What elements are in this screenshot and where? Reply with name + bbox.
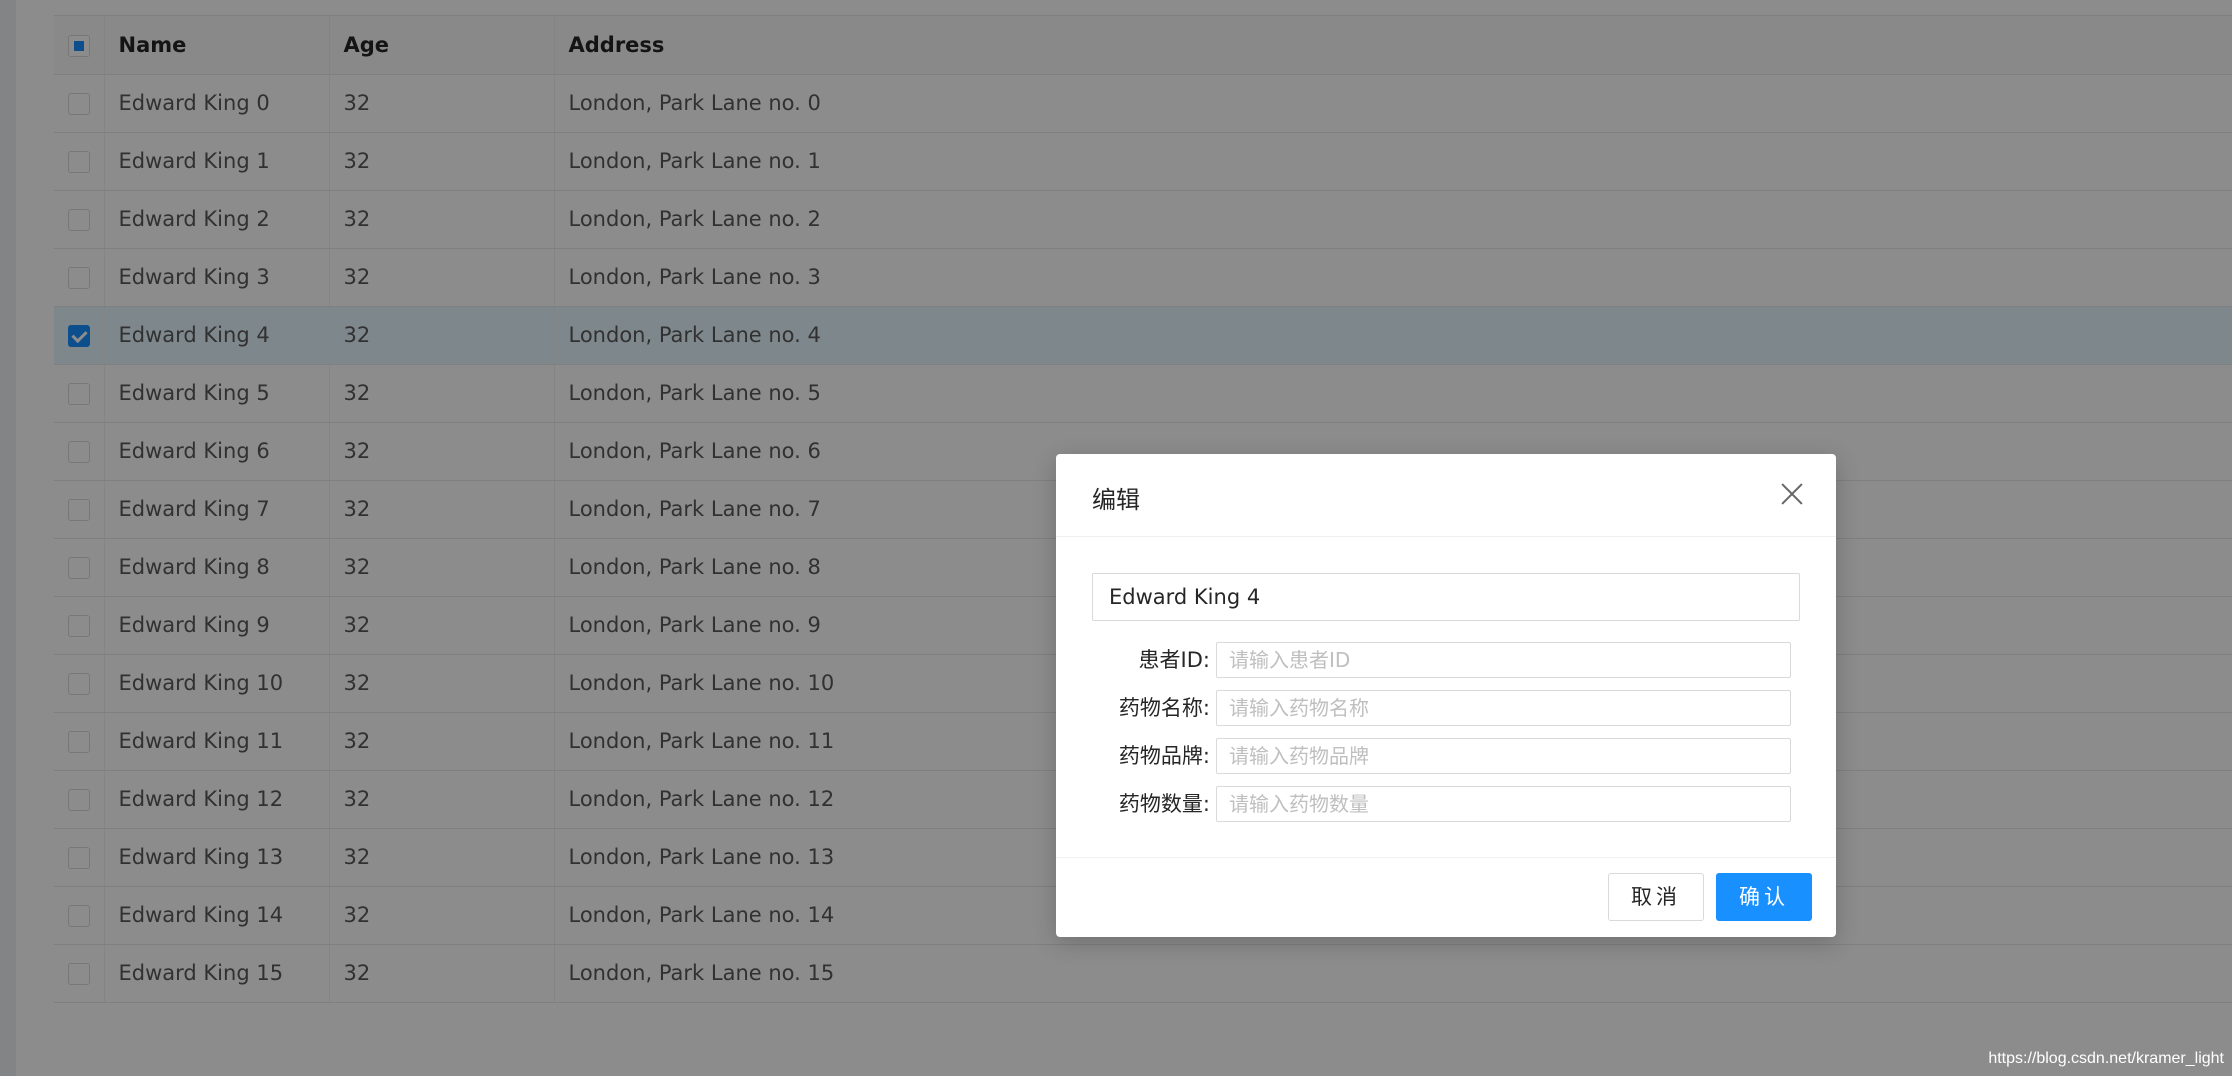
- patient-name-display[interactable]: Edward King 4: [1092, 573, 1800, 621]
- patient-id-label: 患者ID:: [1138, 648, 1210, 672]
- form-row-drug-quantity: 药物数量:: [1092, 786, 1792, 822]
- cancel-button[interactable]: 取消: [1608, 873, 1704, 921]
- form-row-drug-name: 药物名称:: [1092, 690, 1792, 726]
- form-row-drug-brand: 药物品牌:: [1092, 738, 1792, 774]
- close-icon[interactable]: [1780, 482, 1804, 506]
- drug-quantity-label: 药物数量:: [1118, 792, 1210, 816]
- drug-name-input[interactable]: [1216, 690, 1791, 726]
- edit-modal: 编辑 Edward King 4 患者ID: 药物名称: 药物品牌: 药物数量:…: [1056, 454, 1836, 937]
- patient-id-input[interactable]: [1216, 642, 1791, 678]
- drug-brand-input[interactable]: [1216, 738, 1791, 774]
- modal-header: 编辑: [1056, 454, 1836, 537]
- modal-footer: 取消 确认: [1056, 857, 1836, 937]
- modal-title: 编辑: [1092, 486, 1140, 514]
- form-row-patient-id: 患者ID:: [1092, 642, 1792, 678]
- page: Name Age Address Edward King 0 32 London, …: [0, 0, 2232, 1076]
- watermark-url: https://blog.csdn.net/kramer_light: [1988, 1050, 2224, 1067]
- drug-name-label: 药物名称:: [1118, 696, 1210, 720]
- confirm-button[interactable]: 确认: [1716, 873, 1812, 921]
- drug-quantity-input[interactable]: [1216, 786, 1791, 822]
- drug-brand-label: 药物品牌:: [1118, 744, 1210, 768]
